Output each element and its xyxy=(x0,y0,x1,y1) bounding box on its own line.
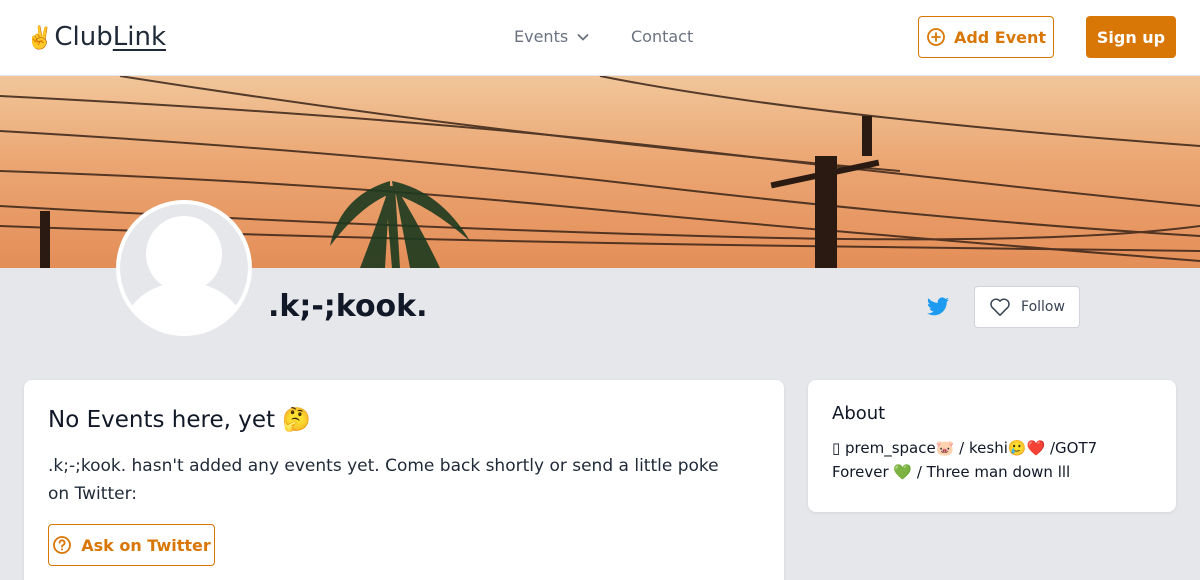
chevron-down-icon xyxy=(577,34,589,41)
logo-text-club: Club xyxy=(54,22,113,52)
about-text: ▯ prem_space🐷 / keshi🥲❤️ /GOT7 Forever 💚… xyxy=(832,439,1098,481)
nav-events-dropdown[interactable]: Events xyxy=(514,26,590,48)
events-card: No Events here, yet 🤔 .k;-;kook. hasn't … xyxy=(24,380,784,580)
about-card: About ▯ prem_space🐷 / keshi🥲❤️ /GOT7 For… xyxy=(808,380,1176,512)
plus-circle-icon xyxy=(927,28,945,46)
profile-name: .k;-;kook. xyxy=(268,289,428,324)
navbar: ✌️ClubLink Events Contact Add Event Sign… xyxy=(0,0,1200,76)
profile-avatar xyxy=(116,200,252,336)
question-circle-icon xyxy=(53,536,72,554)
nav-contact-link[interactable]: Contact xyxy=(631,26,693,48)
victory-hand-icon: ✌️ xyxy=(26,26,54,51)
signup-button[interactable]: Sign up xyxy=(1086,16,1176,58)
twitter-profile-link[interactable] xyxy=(925,295,951,319)
about-title: About xyxy=(832,403,886,424)
ask-on-twitter-label: Ask on Twitter xyxy=(81,535,211,555)
heart-icon xyxy=(990,298,1010,316)
ask-on-twitter-button[interactable]: Ask on Twitter xyxy=(48,524,215,566)
follow-label: Follow xyxy=(1021,299,1065,315)
twitter-icon xyxy=(927,297,949,316)
events-empty-title: No Events here, yet 🤔 xyxy=(48,407,311,433)
add-event-button[interactable]: Add Event xyxy=(918,16,1054,58)
events-empty-message: .k;-;kook. hasn't added any events yet. … xyxy=(48,456,719,504)
add-event-label: Add Event xyxy=(953,27,1047,47)
logo-text-link: Link xyxy=(112,22,167,52)
user-silhouette-icon xyxy=(122,216,246,332)
nav-events-label: Events xyxy=(514,27,569,46)
clublink-logo[interactable]: ✌️ClubLink xyxy=(26,20,166,56)
follow-button[interactable]: Follow xyxy=(974,286,1080,328)
